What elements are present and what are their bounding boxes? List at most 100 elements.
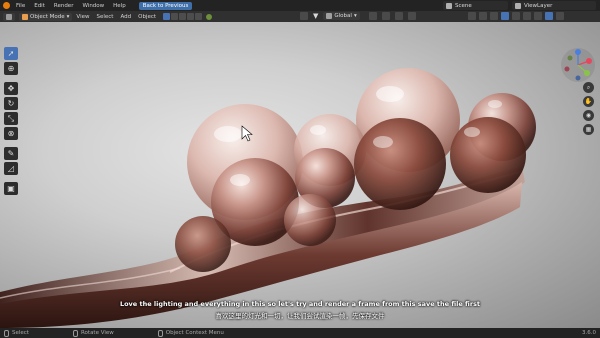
- pan-button[interactable]: ✋: [583, 96, 594, 107]
- object-mode-dropdown[interactable]: Object Mode ▾: [19, 12, 73, 21]
- pivot-point-icon[interactable]: [300, 12, 308, 20]
- solid-shading-icon[interactable]: [523, 12, 531, 20]
- scene-icon: [446, 2, 452, 9]
- status-context-label: Object Context Menu: [165, 330, 224, 336]
- menu-edit[interactable]: Edit: [34, 3, 45, 9]
- overlay-dot-icon: [206, 13, 213, 20]
- snap-icon[interactable]: [368, 12, 377, 20]
- perspective-toggle-button[interactable]: ▦: [583, 124, 594, 135]
- gizmo-neg-y-axis[interactable]: [567, 55, 573, 61]
- view-layer-selector[interactable]: ViewLayer: [512, 1, 596, 10]
- cursor-arrow-icon: ➚: [7, 49, 15, 58]
- crosshair-icon: ⊕: [7, 64, 15, 73]
- gizmo-toggle-icon[interactable]: [479, 12, 487, 20]
- wireframe-shading-icon[interactable]: [512, 12, 520, 20]
- select-mode-intersect-icon[interactable]: [195, 13, 203, 20]
- magnifier-icon: ⌕: [586, 83, 591, 91]
- object-mode-icon: [22, 13, 28, 20]
- orientation-icon: [326, 13, 333, 19]
- status-rotate-label: Rotate View: [80, 330, 114, 336]
- measure-tool[interactable]: ◿: [4, 162, 18, 175]
- subtitle-english: Love the lighting and everything in this…: [119, 300, 481, 308]
- ruler-icon: ◿: [7, 164, 15, 173]
- status-select-label: Select: [12, 330, 29, 336]
- gizmo-z-axis[interactable]: [575, 49, 581, 55]
- view-layer-icon: [515, 2, 521, 9]
- gizmo-neg-z-axis[interactable]: [575, 75, 581, 81]
- menu-help[interactable]: Help: [113, 3, 126, 9]
- material-shading-icon[interactable]: [534, 12, 542, 20]
- annotate-tool[interactable]: ✎: [4, 147, 18, 160]
- add-cube-tool[interactable]: ▣: [4, 182, 18, 195]
- header-menu-select[interactable]: Select: [96, 14, 113, 20]
- status-hint-rotate: Rotate View: [72, 329, 114, 337]
- select-mode-extend-icon[interactable]: [171, 13, 179, 20]
- cube-icon: ▣: [7, 184, 15, 193]
- header-menu-object[interactable]: Object: [138, 14, 156, 20]
- viewport-editor-icon: [6, 13, 12, 20]
- subtitle-chinese: 喜欢这里的灯光和一切，让我们尝试渲染一帧，先保存文件: [215, 312, 385, 320]
- mouse-middle-icon: [72, 329, 78, 337]
- blender-version: 3.6.0: [582, 330, 596, 336]
- mouse-right-icon: [157, 329, 163, 337]
- transform-orientation-dropdown[interactable]: Global ▾: [323, 12, 360, 20]
- select-box-tool[interactable]: ➚: [4, 47, 18, 60]
- transform-settings: ▼ Global ▾: [300, 12, 416, 20]
- rotate-icon: ↻: [7, 99, 15, 108]
- status-bar: Select Rotate View Object Context Menu 3…: [0, 328, 600, 338]
- overlays-icon[interactable]: [490, 12, 498, 20]
- blender-logo-icon[interactable]: [3, 2, 10, 9]
- xray-toggle-icon[interactable]: [501, 12, 509, 20]
- gizmo-x-axis[interactable]: [586, 58, 592, 64]
- filter-icon[interactable]: ▼: [313, 12, 318, 20]
- object-mode-label: Object Mode: [30, 13, 65, 20]
- proportional-falloff-icon[interactable]: [407, 12, 416, 20]
- scene-selector[interactable]: Scene: [443, 1, 508, 10]
- grid-icon: ▦: [585, 126, 592, 133]
- scale-tool[interactable]: ⤡: [4, 112, 18, 125]
- move-tool[interactable]: ✥: [4, 82, 18, 95]
- camera-icon: ◉: [585, 112, 592, 119]
- rendered-scene: [0, 68, 536, 328]
- gizmo-neg-x-axis[interactable]: [564, 66, 570, 72]
- rendered-shading-icon[interactable]: [545, 12, 553, 20]
- top-menu-bar: File Edit Render Window Help Back to Pre…: [0, 0, 600, 11]
- transform-tool[interactable]: ⊗: [4, 127, 18, 140]
- snap-options-icon[interactable]: [381, 12, 390, 20]
- menu-window[interactable]: Window: [82, 3, 104, 9]
- menu-file[interactable]: File: [16, 3, 25, 9]
- select-mode-set-icon[interactable]: [163, 13, 171, 20]
- header-menu-add[interactable]: Add: [120, 14, 131, 20]
- rotate-tool[interactable]: ↻: [4, 97, 18, 110]
- status-hint-context: Object Context Menu: [157, 329, 224, 337]
- select-mode-invert-icon[interactable]: [187, 13, 195, 20]
- transform-orientation-label: Global: [334, 13, 352, 19]
- shading-options-icon[interactable]: [556, 12, 564, 20]
- menu-render[interactable]: Render: [54, 3, 74, 9]
- header-menu-view[interactable]: View: [76, 14, 89, 20]
- editor-type-button[interactable]: [3, 12, 15, 21]
- back-to-previous-button[interactable]: Back to Previous: [138, 1, 193, 10]
- visibility-icon[interactable]: [468, 12, 476, 20]
- view-layer-name: ViewLayer: [524, 2, 553, 9]
- 3d-viewport[interactable]: ➚ ⊕ ✥ ↻ ⤡ ⊗ ✎ ◿ ▣ ⌕ ✋ ◉ ▦: [0, 22, 600, 328]
- navigation-gizmo[interactable]: [560, 47, 596, 83]
- camera-view-button[interactable]: ◉: [583, 110, 594, 121]
- transform-icon: ⊗: [7, 129, 15, 138]
- selection-mode-buttons: [163, 13, 203, 20]
- viewport-nav-buttons: ⌕ ✋ ◉ ▦: [583, 82, 594, 135]
- gizmo-y-axis[interactable]: [584, 70, 590, 76]
- video-subtitles: Love the lighting and everything in this…: [0, 300, 600, 320]
- viewport-header: Object Mode ▾ View Select Add Object ▼ G…: [0, 11, 600, 22]
- cursor-tool[interactable]: ⊕: [4, 62, 18, 75]
- select-mode-subtract-icon[interactable]: [179, 13, 187, 20]
- mouse-left-icon: [4, 329, 9, 337]
- tool-shelf: ➚ ⊕ ✥ ↻ ⤡ ⊗ ✎ ◿ ▣: [4, 47, 18, 195]
- status-hint-select: Select: [4, 329, 29, 337]
- viewport-shading-controls: [468, 12, 564, 20]
- chevron-down-icon: ▾: [66, 13, 70, 20]
- proportional-edit-icon[interactable]: [394, 12, 403, 20]
- pencil-icon: ✎: [7, 149, 15, 158]
- zoom-button[interactable]: ⌕: [583, 82, 594, 93]
- scene-name: Scene: [455, 2, 472, 9]
